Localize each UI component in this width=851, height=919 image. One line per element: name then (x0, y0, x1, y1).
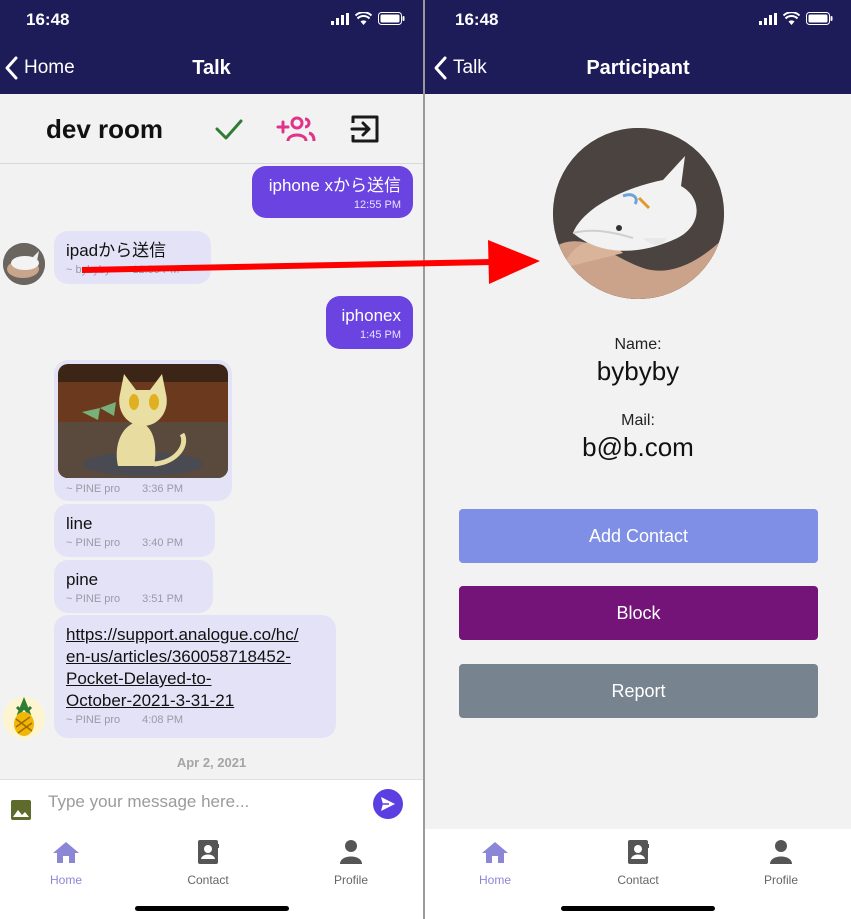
report-button[interactable]: Report (459, 664, 818, 718)
message-time: 1:45 PM (360, 329, 401, 341)
attach-image-button[interactable] (10, 799, 32, 826)
contact-book-icon (198, 840, 219, 864)
status-time: 16:48 (26, 10, 70, 29)
message-bubble[interactable]: line ~ PINE pro 3:40 PM (54, 504, 215, 557)
participant-screen: 16:48 Talk Participant Name: bybyby Mail… (425, 0, 851, 919)
send-icon (381, 797, 395, 811)
check-button[interactable] (214, 114, 244, 149)
message-sender: ~ bybyby (66, 264, 111, 276)
person-icon (770, 840, 792, 864)
room-title: dev room (46, 114, 164, 144)
message-composer: Type your message here... (0, 779, 423, 829)
name-label: Name: (614, 336, 662, 353)
block-button[interactable]: Block (459, 586, 818, 640)
tab-label: Profile (763, 873, 798, 887)
mail-label: Mail: (621, 412, 655, 429)
name-value: bybyby (596, 356, 680, 386)
tab-bar: Home Contact Profile (425, 829, 851, 919)
message-time: 12:55 PM (353, 199, 401, 211)
contact-book-icon (628, 840, 649, 864)
message-bubble[interactable]: pine ~ PINE pro 3:51 PM (54, 560, 213, 613)
message-sender: ~ PINE pro (66, 593, 121, 605)
message-input[interactable]: Type your message here... (48, 792, 249, 812)
message-text: line (66, 514, 93, 533)
check-icon (215, 119, 243, 140)
message-bubble[interactable]: https://support.analogue.co/hc/ en-us/ar… (54, 615, 336, 738)
dolphin-toy-photo-icon (553, 128, 724, 299)
add-member-button[interactable] (276, 114, 316, 149)
talk-screen: 16:48 Home Talk dev room iphone xから送信 12… (0, 0, 423, 919)
home-indicator (561, 906, 715, 911)
tab-home[interactable]: Home (450, 837, 540, 887)
tab-label: Home (49, 873, 82, 887)
tab-profile[interactable]: Profile (306, 837, 396, 887)
tab-label: Home (478, 873, 511, 887)
tab-bar: Home Contact Profile (0, 829, 423, 919)
dolphin-photo-icon (3, 243, 45, 285)
message-text: iphone xから送信 (268, 176, 401, 195)
message-text: iphonex (341, 306, 401, 325)
shared-image[interactable] (58, 364, 228, 478)
battery-icon (806, 12, 833, 25)
nav-title: Participant (586, 57, 690, 79)
avatar[interactable] (3, 243, 45, 285)
message-time: 12:55 PM (132, 264, 180, 276)
message-time: 3:51 PM (142, 593, 184, 605)
nav-title: Talk (192, 57, 231, 79)
mail-value: b@b.com (582, 432, 694, 462)
link-line: Pocket-Delayed-to- (66, 669, 212, 688)
message-sender: ~ PINE pro (66, 483, 121, 495)
status-icons (759, 12, 833, 25)
home-icon (482, 842, 508, 863)
message-text: ipadから送信 (66, 241, 167, 260)
message-bubble[interactable]: iphonex 1:45 PM (326, 296, 413, 349)
wifi-icon (783, 12, 800, 25)
exit-icon (350, 115, 379, 143)
message-time: 4:08 PM (142, 714, 184, 726)
profile-photo (553, 128, 724, 299)
cat-illustration-icon (58, 364, 228, 478)
signal-icon (759, 12, 777, 25)
date-separator: Apr 2, 2021 (176, 755, 247, 770)
message-time: 3:40 PM (142, 537, 184, 549)
tab-contact[interactable]: Contact (163, 837, 253, 887)
message-time: 3:36 PM (142, 483, 184, 495)
battery-icon (378, 12, 405, 25)
image-icon (11, 800, 31, 820)
wifi-icon (355, 12, 372, 25)
pineapple-icon (3, 697, 45, 739)
message-bubble[interactable]: ipadから送信 ~ bybyby 12:55 PM (54, 231, 211, 284)
message-sender: ~ PINE pro (66, 714, 121, 726)
message-sender: ~ PINE pro (66, 537, 121, 549)
message-bubble[interactable]: iphone xから送信 12:55 PM (252, 166, 413, 218)
status-time: 16:48 (455, 10, 499, 29)
tab-label: Contact (617, 873, 659, 887)
link-line: October-2021-3-31-21 (66, 691, 235, 710)
send-button[interactable] (373, 789, 403, 819)
home-indicator (134, 906, 289, 911)
nav-bar: 16:48 Talk Participant (425, 0, 851, 94)
home-icon (53, 842, 79, 863)
tab-label: Contact (187, 873, 229, 887)
room-header: dev room (0, 94, 423, 164)
signal-icon (331, 12, 349, 25)
tab-home[interactable]: Home (21, 837, 111, 887)
add-contact-button[interactable]: Add Contact (459, 509, 818, 563)
person-icon (340, 840, 362, 864)
add-group-icon (276, 116, 316, 142)
image-message-bubble[interactable]: ~ PINE pro 3:36 PM (54, 360, 232, 501)
link-line: https://support.analogue.co/hc/ (66, 625, 299, 644)
avatar[interactable] (3, 697, 45, 739)
status-icons (331, 12, 405, 25)
tab-label: Profile (333, 873, 368, 887)
message-link[interactable]: https://support.analogue.co/hc/ en-us/ar… (66, 624, 324, 712)
tab-profile[interactable]: Profile (736, 837, 826, 887)
message-text: pine (66, 570, 99, 589)
tab-contact[interactable]: Contact (593, 837, 683, 887)
nav-bar: 16:48 Home Talk (0, 0, 423, 94)
leave-room-button[interactable] (350, 114, 380, 149)
link-line: en-us/articles/360058718452- (66, 647, 291, 666)
